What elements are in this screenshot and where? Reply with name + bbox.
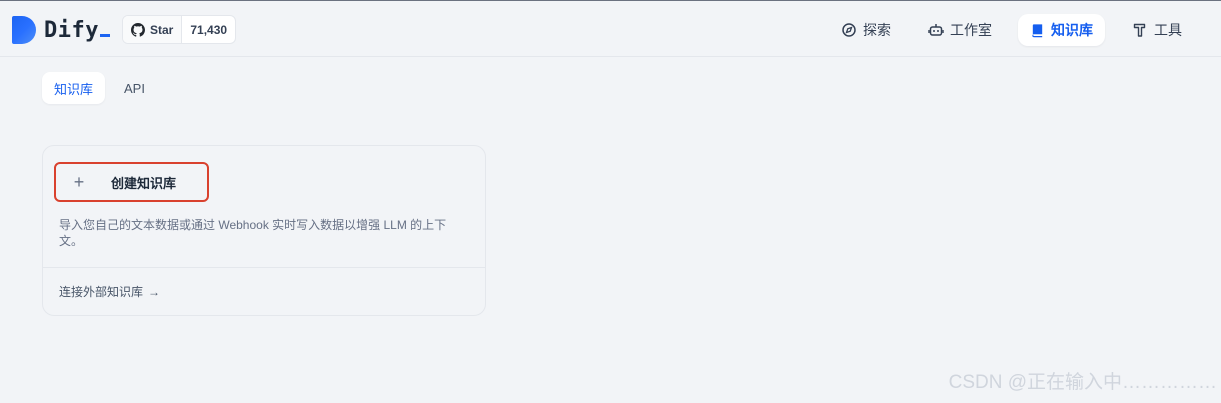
nav-explore-label: 探索	[863, 22, 891, 38]
create-knowledge-label: 创建知识库	[111, 175, 177, 191]
card-divider	[43, 267, 485, 268]
plus-icon: +	[61, 168, 97, 196]
dify-logo-mark	[12, 16, 36, 44]
connect-external-knowledge-link[interactable]: 连接外部知识库 →	[59, 283, 160, 300]
tab-knowledge[interactable]: 知识库	[42, 72, 106, 104]
arrow-right-icon: →	[148, 284, 161, 299]
nav-studio-label: 工作室	[950, 22, 992, 38]
nav-studio[interactable]: 工作室	[916, 14, 1004, 46]
github-star-button[interactable]: Star 71,430	[122, 15, 237, 44]
create-knowledge-button[interactable]: + 创建知识库	[54, 162, 209, 202]
csdn-watermark: CSDN @正在输入中……………	[948, 372, 1217, 393]
create-knowledge-description: 导入您自己的文本数据或通过 Webhook 实时写入数据以增强 LLM 的上下文…	[59, 218, 447, 248]
brand-name: Dify	[44, 18, 110, 43]
connect-external-label: 连接外部知识库	[59, 285, 144, 299]
robot-icon	[928, 24, 944, 36]
nav-tools[interactable]: 工具	[1120, 14, 1194, 46]
nav-tools-label: 工具	[1154, 22, 1182, 38]
hammer-icon	[1133, 23, 1146, 37]
nav-knowledge[interactable]: 知识库	[1018, 14, 1105, 46]
github-star-count: 71,430	[190, 22, 228, 37]
github-icon	[131, 22, 145, 37]
create-knowledge-card: + 创建知识库 导入您自己的文本数据或通过 Webhook 实时写入数据以增强 …	[42, 145, 486, 316]
logo-cursor	[99, 33, 110, 37]
dify-logo[interactable]: Dify	[12, 15, 110, 45]
book-icon	[1032, 23, 1043, 37]
github-star-label-box: Star	[123, 16, 183, 43]
tab-api[interactable]: API	[112, 72, 157, 104]
github-star-label: Star	[150, 22, 174, 37]
nav-knowledge-label: 知识库	[1051, 22, 1093, 38]
nav-explore[interactable]: 探索	[829, 14, 903, 46]
compass-icon	[842, 23, 856, 37]
top-header: Dify Star 71,430 探索 工作室 知识库 工具	[0, 1, 1221, 57]
